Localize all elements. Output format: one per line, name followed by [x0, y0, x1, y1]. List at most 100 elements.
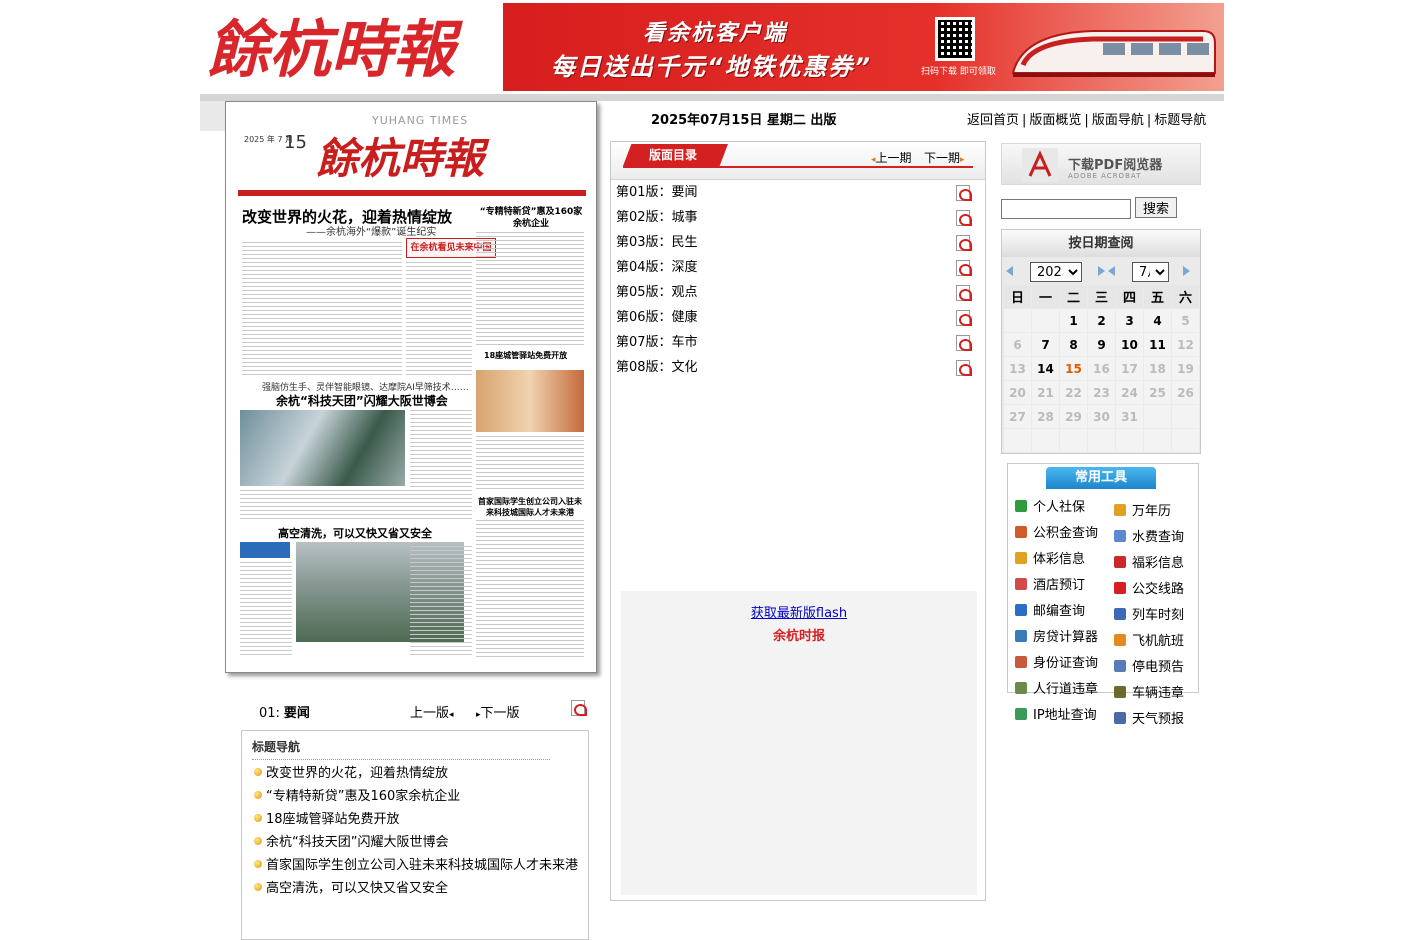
- page-headline-station[interactable]: 18座城管驿站免费开放: [484, 350, 567, 361]
- calendar-day[interactable]: 15: [1060, 357, 1088, 381]
- prev-page-link[interactable]: 上一版◂: [410, 702, 454, 721]
- page-headline-intl[interactable]: 首家国际学生创立公司入驻未来科技城国际人才未来港: [476, 496, 584, 518]
- tool-link[interactable]: 车辆违章: [1114, 682, 1184, 701]
- calendar-day[interactable]: 8: [1060, 333, 1088, 357]
- tool-link[interactable]: 个人社保: [1015, 496, 1085, 515]
- calendar-day[interactable]: 11: [1144, 333, 1172, 357]
- edition-list: 第01版：要闻 第02版：城事 第03版：民生 第04版：深度 第05版：观点 …: [616, 184, 976, 384]
- next-year-icon[interactable]: [1098, 266, 1105, 276]
- tool-link[interactable]: 人行道违章: [1015, 678, 1098, 697]
- pdf-download-icon[interactable]: [956, 235, 972, 251]
- title-nav-item[interactable]: 高空清洗，可以又快又省又安全: [254, 881, 578, 904]
- calendar-day[interactable]: 10: [1116, 333, 1144, 357]
- get-flash-link[interactable]: 获取最新版flash: [621, 602, 977, 621]
- tool-link[interactable]: 房贷计算器: [1015, 626, 1098, 645]
- tool-link[interactable]: 水费查询: [1114, 526, 1184, 545]
- tool-link[interactable]: 天气预报: [1114, 708, 1184, 727]
- calendar-week-row: [1004, 429, 1200, 453]
- weekday-cell: 日: [1004, 285, 1032, 309]
- calendar-day: 31: [1116, 405, 1144, 429]
- page-headline-tech[interactable]: 余杭“科技天团”闪耀大阪世博会: [276, 392, 448, 409]
- pdf-download-icon[interactable]: [956, 210, 972, 226]
- edition-link[interactable]: 第08版：文化: [616, 360, 698, 375]
- tool-label: 身份证查询: [1033, 656, 1099, 671]
- edition-item: 第04版：深度: [616, 259, 976, 284]
- calendar-day: 17: [1116, 357, 1144, 381]
- calendar-day[interactable]: 2: [1088, 309, 1116, 333]
- tool-link[interactable]: 身份证查询: [1015, 652, 1098, 671]
- edition-link[interactable]: 第07版：车市: [616, 335, 698, 350]
- overview-link[interactable]: 版面概览: [1029, 113, 1081, 128]
- search-input[interactable]: [1001, 199, 1131, 219]
- pdf-download-icon[interactable]: [956, 260, 972, 276]
- ip-icon: [1015, 708, 1027, 720]
- tool-link[interactable]: 酒店预订: [1015, 574, 1085, 593]
- pdf-download-icon[interactable]: [956, 310, 972, 326]
- edition-link[interactable]: 第03版：民生: [616, 235, 698, 250]
- page-headline-clean[interactable]: 高空清洗，可以又快又省又安全: [278, 525, 432, 541]
- title-nav-item[interactable]: 余杭“科技天团”闪耀大阪世博会: [254, 835, 578, 858]
- tool-link[interactable]: 万年历: [1114, 500, 1171, 519]
- download-pdf-reader-button[interactable]: 下载PDF阅览器 ADOBE ACROBAT: [1001, 143, 1201, 185]
- edition-link[interactable]: 第05版：观点: [616, 285, 698, 300]
- prev-issue-link[interactable]: ◂上一期: [871, 149, 912, 166]
- tool-link[interactable]: 停电预告: [1114, 656, 1184, 675]
- tool-link[interactable]: 体彩信息: [1015, 548, 1085, 567]
- calendar-empty-cell: [1004, 309, 1032, 333]
- calendar-day[interactable]: 7: [1032, 333, 1060, 357]
- calendar-day: 21: [1032, 381, 1060, 405]
- newspaper-page-image[interactable]: YUHANG TIMES 2025 年 7 月 15 餘杭時報 改变世界的火花，…: [225, 101, 597, 673]
- tool-link[interactable]: 飞机航班: [1114, 630, 1184, 649]
- tool-label: 体彩信息: [1033, 552, 1086, 567]
- arrow-left-icon: ◂: [449, 710, 454, 720]
- next-issue-link[interactable]: 下一期▸: [924, 149, 965, 166]
- tool-link[interactable]: 福彩信息: [1114, 552, 1184, 571]
- banner-line1: 看余杭客户端: [643, 21, 788, 46]
- page-text-block: [406, 262, 472, 377]
- title-nav-panel: 标题导航 改变世界的火花，迎着热情绽放 “专精特新贷”惠及160家余杭企业 18…: [241, 730, 589, 940]
- title-nav-item[interactable]: 首家国际学生创立公司入驻未来科技城国际人才未来港: [254, 858, 578, 881]
- page-headline-side[interactable]: “专精特新贷”惠及160家余杭企业: [476, 206, 586, 230]
- common-tools-panel: 常用工具 个人社保 公积金查询 体彩信息 酒店预订 邮编查询 房贷计算器 身份证查询 人行道违…: [1007, 463, 1199, 727]
- title-nav-item[interactable]: “专精特新贷”惠及160家余杭企业: [254, 789, 578, 812]
- pdf-download-icon[interactable]: [956, 360, 972, 376]
- year-select[interactable]: 2025年: [1030, 262, 1082, 282]
- tool-link[interactable]: 列车时刻: [1114, 604, 1184, 623]
- newspaper-logo[interactable]: 餘杭時報: [203, 5, 498, 93]
- prev-year-icon[interactable]: [1006, 266, 1013, 276]
- pdf-download-icon[interactable]: [956, 185, 972, 201]
- pdf-download-icon[interactable]: [956, 335, 972, 351]
- edition-link[interactable]: 第01版：要闻: [616, 185, 698, 200]
- next-page-link[interactable]: ▸下一版: [476, 702, 520, 721]
- edition-link[interactable]: 第02版：城事: [616, 210, 698, 225]
- calendar-week-row: 12345: [1004, 309, 1200, 333]
- calendar-day[interactable]: 9: [1088, 333, 1116, 357]
- tool-label: 万年历: [1132, 504, 1172, 519]
- pdf-download-icon[interactable]: [571, 700, 587, 716]
- tool-link[interactable]: 邮编查询: [1015, 600, 1085, 619]
- page-text-block: [240, 562, 292, 657]
- tool-link[interactable]: 公交线路: [1114, 578, 1184, 597]
- home-link[interactable]: 返回首页: [967, 113, 1019, 128]
- pdf-download-icon[interactable]: [956, 285, 972, 301]
- page-nav-link[interactable]: 版面导航: [1092, 113, 1144, 128]
- title-nav-item[interactable]: 18座城管驿站免费开放: [254, 812, 578, 835]
- search-button[interactable]: 搜索: [1135, 197, 1177, 218]
- next-issue-label: 下一期: [924, 151, 961, 165]
- calculator-icon: [1015, 630, 1027, 642]
- calendar-day[interactable]: 4: [1144, 309, 1172, 333]
- calendar-day[interactable]: 14: [1032, 357, 1060, 381]
- pedestrian-icon: [1015, 682, 1027, 694]
- edition-link[interactable]: 第06版：健康: [616, 310, 698, 325]
- prev-month-icon[interactable]: [1108, 266, 1115, 276]
- app-promo-banner[interactable]: 看余杭客户端 每日送出千元“地铁优惠券” 扫码下载 即可领取: [503, 3, 1224, 91]
- calendar-day[interactable]: 3: [1116, 309, 1144, 333]
- month-select[interactable]: 7月: [1132, 262, 1169, 282]
- tool-link[interactable]: 公积金查询: [1015, 522, 1098, 541]
- edition-link[interactable]: 第04版：深度: [616, 260, 698, 275]
- calendar-day[interactable]: 1: [1060, 309, 1088, 333]
- title-nav-item[interactable]: 改变世界的火花，迎着热情绽放: [254, 766, 578, 789]
- next-month-icon[interactable]: [1183, 266, 1190, 276]
- title-nav-link[interactable]: 标题导航: [1154, 113, 1206, 128]
- tool-link[interactable]: IP地址查询: [1015, 704, 1097, 723]
